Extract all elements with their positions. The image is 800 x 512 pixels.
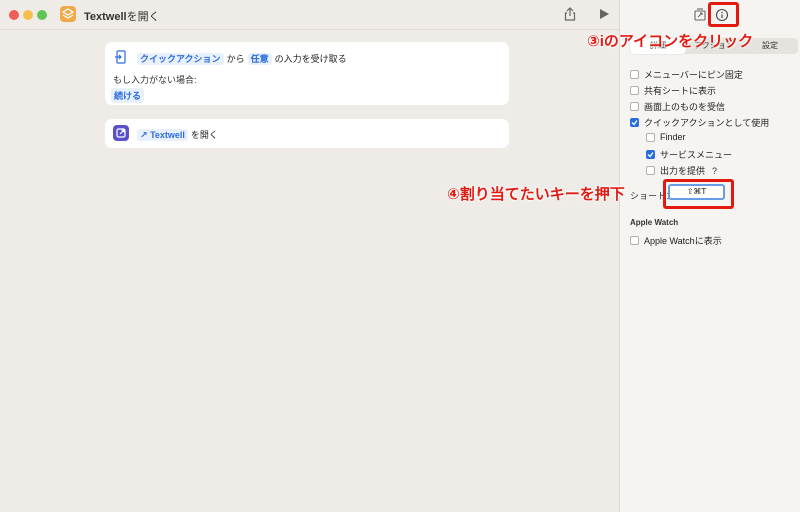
open-app-icon (113, 125, 129, 141)
close-window-button[interactable] (9, 10, 19, 20)
shortcut-highlight-box (663, 179, 734, 209)
step3-callout: ③iのアイコンをクリック (587, 33, 754, 50)
services-option[interactable]: サービスメニュー (646, 148, 732, 161)
finder-option[interactable]: Finder (646, 132, 686, 142)
share-sheet-label: 共有シートに表示 (644, 86, 717, 96)
receive-input-icon (113, 49, 129, 65)
open-app-action[interactable]: ↗ Textwell を開く (105, 119, 509, 148)
receive-label: の入力を受け取る (274, 54, 347, 64)
receive-screen-label: 画面上のものを受信 (644, 102, 726, 112)
menubar-checkbox[interactable] (630, 70, 639, 79)
title-suffix: を開く (126, 11, 160, 23)
finder-label: Finder (660, 132, 686, 142)
play-icon[interactable] (596, 6, 612, 22)
workflow-canvas: クイックアクション から 任意 の入力を受け取る もし入力がない場合: 続ける ↗ T… (0, 31, 619, 512)
provide-output-label: 出力を提供 (660, 166, 706, 176)
info-highlight-box (708, 2, 739, 27)
apple-watch-option[interactable]: Apple Watchに表示 (630, 234, 722, 247)
open-label: を開く (190, 130, 218, 140)
receive-screen-option[interactable]: 画面上のものを受信 (630, 100, 725, 113)
menubar-label: メニューバーにピン固定 (644, 70, 743, 80)
input-type-token[interactable]: クイックアクション (137, 53, 224, 65)
from-label: から (226, 54, 245, 64)
checkmark-icon (631, 120, 638, 126)
menubar-option[interactable]: メニューバーにピン固定 (630, 68, 743, 81)
provide-output-checkbox[interactable] (646, 166, 655, 175)
help-mark[interactable]: ? (712, 166, 717, 176)
apple-watch-label: Apple Watchに表示 (644, 236, 722, 246)
apple-watch-checkbox[interactable] (630, 236, 639, 245)
open-app-row: ↗ Textwell を開く (137, 128, 221, 141)
apple-watch-heading: Apple Watch (630, 218, 679, 227)
action-library-icon[interactable] (692, 7, 708, 23)
share-sheet-option[interactable]: 共有シートに表示 (630, 84, 716, 97)
any-token[interactable]: 任意 (247, 53, 272, 65)
quick-action-label: クイックアクションとして使用 (644, 118, 770, 128)
receive-input-row: クイックアクション から 任意 の入力を受け取る (137, 52, 350, 65)
minimize-window-button[interactable] (23, 10, 33, 20)
title-bar: Textwellを開く (0, 0, 619, 30)
if-no-input-label: もし入力がない場合: (113, 75, 197, 85)
window-title: Textwellを開く (84, 8, 160, 24)
title-app-name: Textwell (84, 11, 127, 23)
app-token[interactable]: ↗ Textwell (137, 129, 188, 141)
share-sheet-checkbox[interactable] (630, 86, 639, 95)
services-checkbox[interactable] (646, 150, 655, 159)
finder-checkbox[interactable] (646, 132, 655, 142)
provide-output-option[interactable]: 出力を提供 ? (646, 164, 717, 177)
step4-callout: ④割り当てたいキーを押下 (447, 186, 625, 203)
services-label: サービスメニュー (660, 150, 733, 160)
receive-screen-checkbox[interactable] (630, 102, 639, 111)
details-sidebar: 詳細 アクション 設定 メニューバーにピン固定 共有シートに表示 画面上のものを… (619, 0, 800, 512)
app-token-icon: ↗ (140, 130, 148, 140)
app-token-name: Textwell (150, 130, 185, 140)
zoom-window-button[interactable] (37, 10, 47, 20)
quick-action-checkbox[interactable] (630, 118, 639, 127)
quick-action-option[interactable]: クイックアクションとして使用 (630, 116, 769, 129)
share-icon[interactable] (562, 6, 578, 22)
checkmark-icon (647, 152, 654, 158)
shortcuts-app-icon (60, 6, 76, 22)
continue-token[interactable]: 続ける (111, 88, 145, 103)
receive-input-action[interactable]: クイックアクション から 任意 の入力を受け取る もし入力がない場合: 続ける (105, 42, 509, 105)
